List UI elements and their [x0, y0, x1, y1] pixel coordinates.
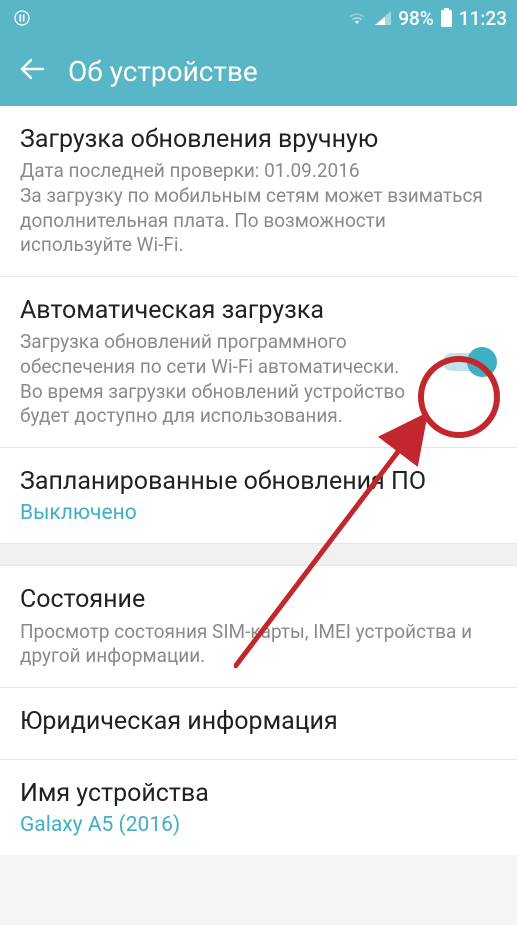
row-manual-update[interactable]: Загрузка обновления вручную Дата последн…: [0, 106, 517, 277]
row-title: Автоматическая загрузка: [20, 295, 421, 326]
battery-percent: 98%: [398, 7, 434, 30]
row-subtitle: Дата последней проверки: 01.09.2016 За з…: [20, 159, 497, 258]
row-legal[interactable]: Юридическая информация: [0, 688, 517, 760]
back-icon[interactable]: [18, 55, 46, 87]
app-bar: Об устройстве: [0, 36, 517, 106]
row-title: Имя устройства: [20, 778, 497, 809]
pause-icon: [14, 10, 30, 26]
wifi-icon: [346, 9, 368, 27]
row-title: Загрузка обновления вручную: [20, 124, 497, 155]
clock: 11:23: [459, 7, 507, 30]
status-bar: 98% 11:23: [0, 0, 517, 36]
page-title: Об устройстве: [68, 55, 258, 88]
row-device-name[interactable]: Имя устройства Galaxy A5 (2016): [0, 760, 517, 855]
row-value: Galaxy A5 (2016): [20, 813, 497, 837]
row-title: Юридическая информация: [20, 706, 497, 737]
annotation-arrow: [234, 404, 444, 668]
battery-icon: [440, 8, 453, 28]
signal-icon: [374, 10, 392, 26]
